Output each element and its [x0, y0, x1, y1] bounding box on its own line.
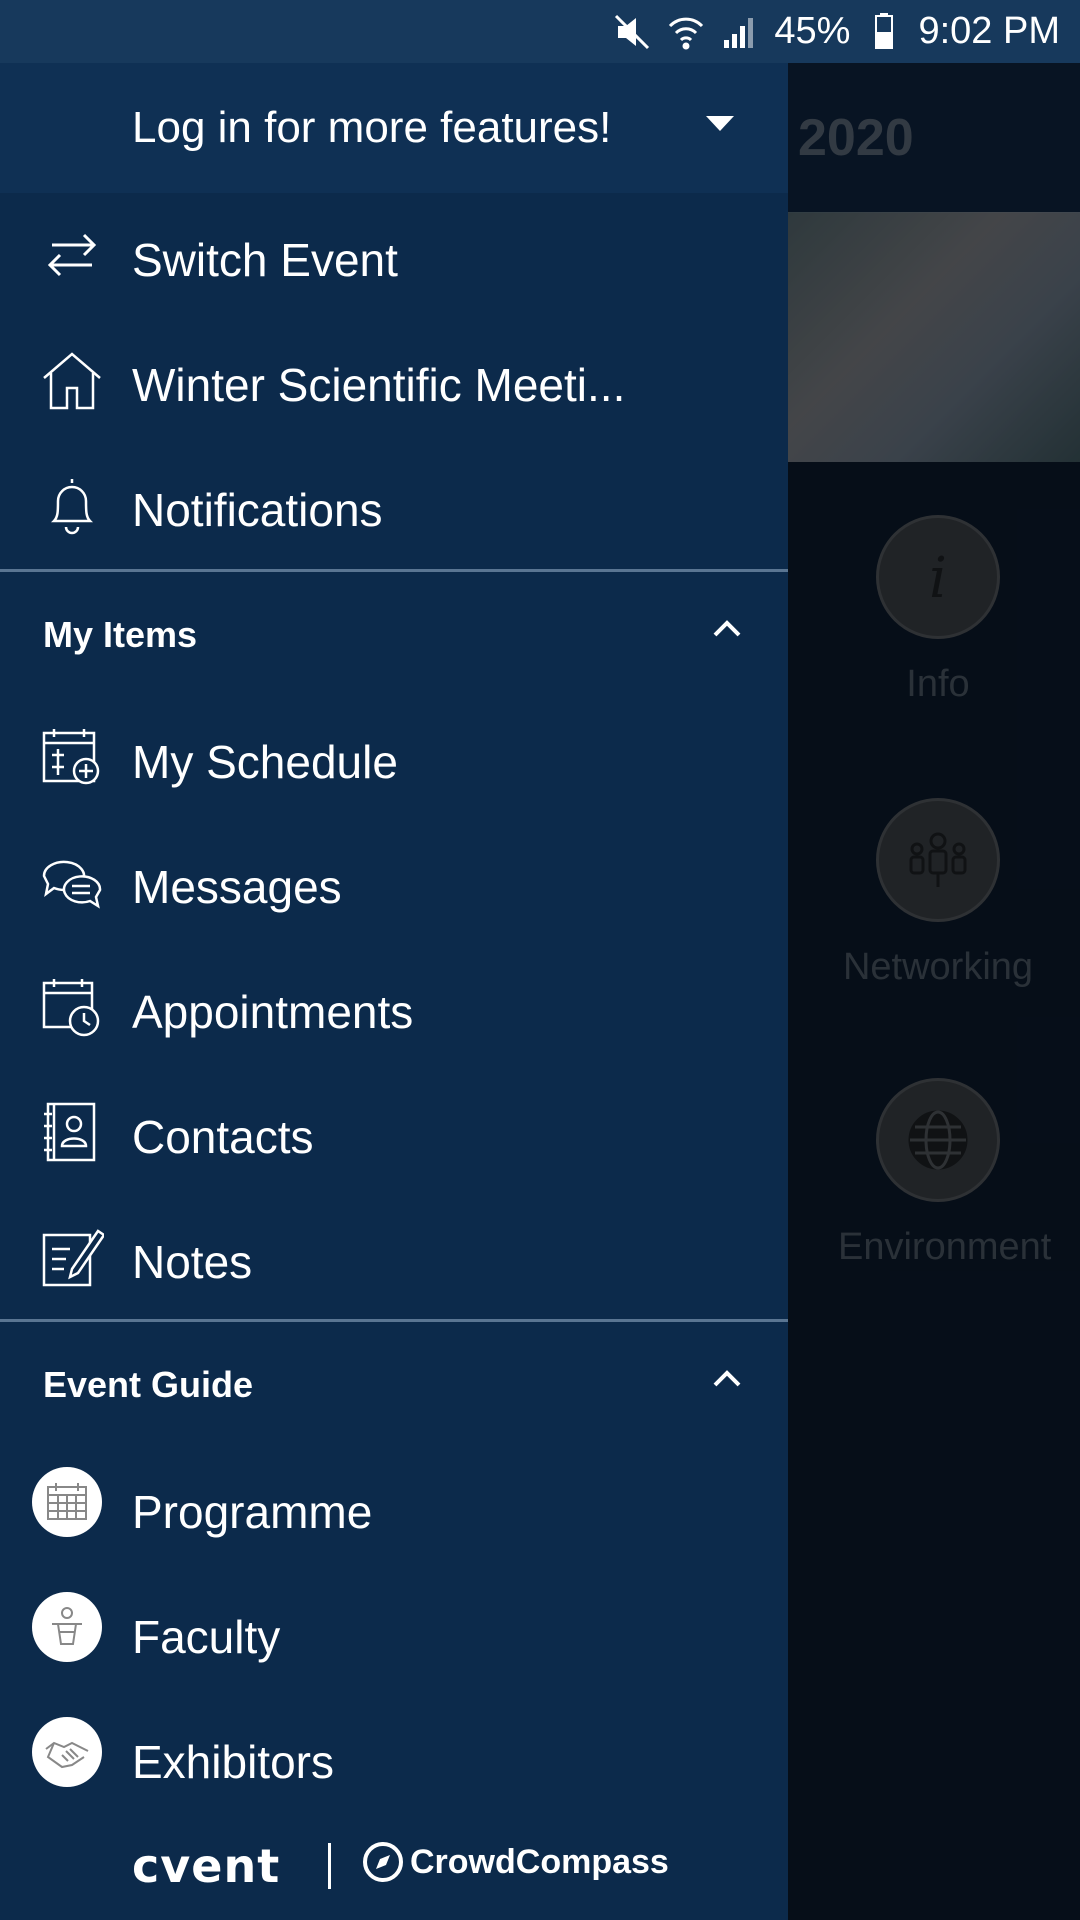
menu-item-label: My Schedule: [132, 736, 398, 788]
menu-item-my-schedule[interactable]: My Schedule: [0, 695, 788, 820]
note-edit-icon: [40, 1225, 106, 1289]
clock: 9:02 PM: [918, 10, 1060, 52]
menu-item-notes[interactable]: Notes: [0, 1195, 788, 1320]
home-icon: [40, 348, 104, 412]
menu-item-label: Messages: [132, 861, 342, 913]
menu-item-faculty[interactable]: Faculty: [0, 1570, 788, 1695]
menu-item-label: Contacts: [132, 1111, 314, 1163]
menu-item-label: Notifications: [132, 484, 383, 536]
speaker-podium-icon: [32, 1592, 102, 1662]
menu-item-label: Notes: [132, 1236, 253, 1288]
status-bar: 45% 9:02 PM: [0, 0, 1080, 63]
section-header-event-guide[interactable]: Event Guide: [0, 1322, 788, 1432]
menu-item-event-home[interactable]: Winter Scientific Meeti...: [0, 318, 788, 443]
menu-item-exhibitors[interactable]: Exhibitors: [0, 1695, 788, 1820]
wifi-icon: [669, 17, 704, 49]
menu-item-switch-event[interactable]: Switch Event: [0, 193, 788, 318]
bell-icon: [40, 473, 104, 537]
menu-item-label: Programme: [132, 1486, 373, 1538]
dropdown-caret-icon: [706, 116, 734, 131]
menu-item-programme[interactable]: Programme: [0, 1445, 788, 1570]
handshake-icon: [32, 1717, 102, 1787]
drawer-footer-branding: cvent CrowdCompass: [0, 1839, 788, 1919]
cvent-logo: cvent: [132, 1839, 281, 1893]
calendar-plus-icon: [40, 725, 104, 789]
compass-logo-icon: [363, 1842, 403, 1882]
login-prompt-text: Log in for more features!: [132, 103, 612, 152]
menu-item-contacts[interactable]: Contacts: [0, 1070, 788, 1195]
section-header-my-items[interactable]: My Items: [0, 572, 788, 682]
menu-item-label: Winter Scientific Meeti...: [132, 359, 626, 411]
chevron-up-icon: [713, 620, 741, 637]
contact-book-icon: [40, 1100, 104, 1164]
menu-item-label: Switch Event: [132, 234, 398, 286]
chat-bubbles-icon: [40, 850, 104, 914]
chevron-up-icon: [713, 1370, 741, 1387]
section-title: Event Guide: [43, 1364, 254, 1405]
navigation-drawer: Log in for more features! Switch Event W…: [0, 63, 788, 1920]
menu-item-label: Faculty: [132, 1611, 281, 1663]
battery-icon: [875, 12, 894, 49]
section-title: My Items: [43, 614, 198, 655]
battery-percent: 45%: [774, 10, 851, 52]
calendar-clock-icon: [40, 975, 104, 1039]
signal-icon: [724, 17, 754, 48]
switch-arrows-icon: [40, 223, 104, 287]
menu-item-appointments[interactable]: Appointments: [0, 945, 788, 1070]
brand-separator: [328, 1843, 331, 1889]
mute-icon: [615, 14, 650, 49]
crowdcompass-logo: CrowdCompass: [410, 1843, 669, 1881]
calendar-grid-icon: [32, 1467, 102, 1537]
menu-item-label: Exhibitors: [132, 1736, 334, 1788]
login-prompt-row[interactable]: Log in for more features!: [0, 63, 788, 193]
menu-item-notifications[interactable]: Notifications: [0, 443, 788, 568]
menu-item-label: Appointments: [132, 986, 414, 1038]
menu-item-messages[interactable]: Messages: [0, 820, 788, 945]
